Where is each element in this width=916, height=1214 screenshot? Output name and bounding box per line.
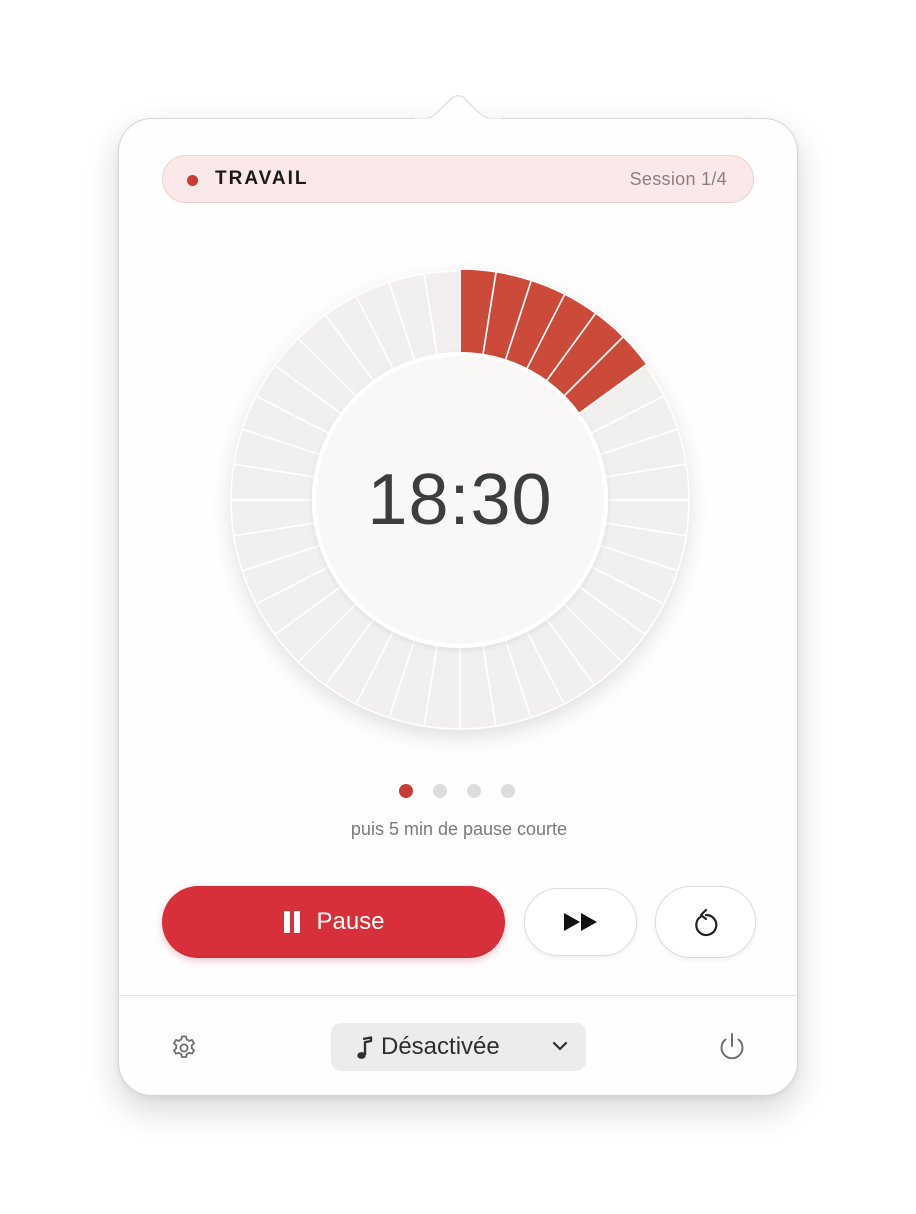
pause-button-label: Pause (316, 908, 385, 935)
mode-indicator-dot (187, 175, 198, 186)
reset-button[interactable] (655, 886, 756, 958)
time-remaining: 18:30 (367, 460, 553, 540)
sound-select-value: Désactivée (381, 1033, 500, 1060)
pomodoro-popover: TRAVAIL Session 1/4 18:30 puis 5 min de … (118, 118, 798, 1096)
music-note-icon (357, 1036, 373, 1059)
next-break-label: puis 5 min de pause courte (350, 819, 568, 839)
restart-icon (694, 908, 717, 937)
mode-label: TRAVAIL (215, 168, 309, 189)
session-dot (501, 784, 515, 798)
pause-icon (282, 911, 302, 933)
skip-button[interactable] (524, 888, 637, 956)
timer-ring: 18:30 (225, 265, 695, 735)
mode-banner: TRAVAIL Session 1/4 (162, 155, 754, 203)
sound-select[interactable]: Désactivée (331, 1023, 586, 1071)
session-dot (433, 784, 447, 798)
gear-icon[interactable] (169, 1033, 199, 1063)
chevron-down-icon (552, 1041, 568, 1051)
session-progress-dots (399, 784, 519, 800)
session-dot (467, 784, 481, 798)
footer-divider (119, 995, 797, 996)
pause-button[interactable]: Pause (162, 886, 505, 958)
popover-arrow (414, 95, 502, 120)
fast-forward-icon (563, 913, 597, 931)
session-dot (399, 784, 413, 798)
session-counter: Session 1/4 (629, 169, 727, 189)
power-icon[interactable] (716, 1031, 748, 1063)
